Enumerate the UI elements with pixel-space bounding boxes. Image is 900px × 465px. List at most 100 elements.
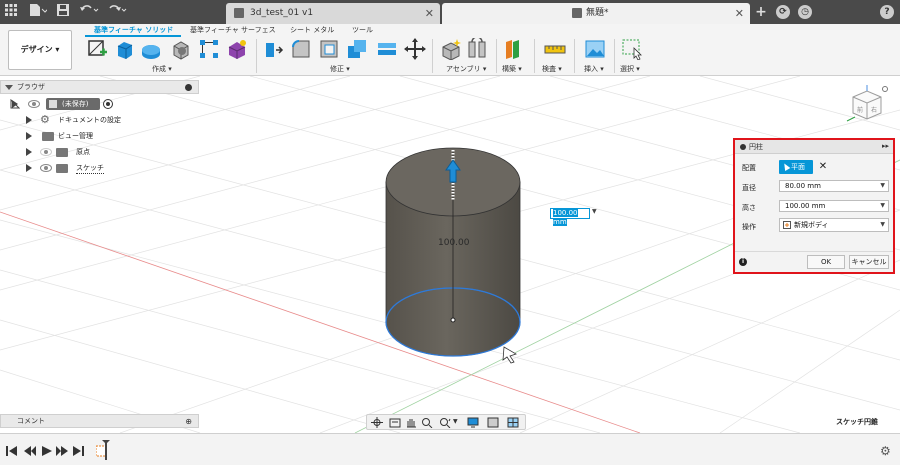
save-icon[interactable] [56,4,70,20]
operation-select[interactable]: 新規ボディ ▼ [779,218,889,232]
revolve-icon[interactable] [140,38,162,60]
browser-item-origin[interactable]: 原点 [0,144,200,160]
visibility-eye-icon[interactable] [40,148,52,156]
inspect-group-label[interactable]: 検査 ▾ [542,64,562,74]
pan-hand-icon[interactable] [405,417,417,428]
joint-icon[interactable] [466,36,488,60]
offset-plane-icon[interactable] [504,38,526,60]
collapse-icon[interactable] [5,85,13,90]
svg-text:右: 右 [871,106,877,114]
zoom-icon[interactable] [421,417,433,428]
dialog-title-bar[interactable]: 円柱 ▸▸ [735,140,893,154]
height-input[interactable]: 100.00 mm ▼ [779,200,889,212]
create-sketch-icon[interactable] [86,38,108,60]
form-icon[interactable] [226,38,248,60]
cancel-button[interactable]: キャンセル [849,255,889,269]
extrude-icon[interactable] [114,38,136,60]
tab-untitled[interactable]: 無題* ✕ [442,3,750,24]
gear-icon: ⚙ [40,113,50,126]
go-to-end-icon[interactable] [72,446,84,456]
comments-panel-header[interactable]: コメント ⊕ [0,414,199,428]
placement-plane-button[interactable]: 平面 [779,160,813,174]
placement-label: 配置 [742,164,756,172]
navigation-toolbar: ▼ [366,414,526,430]
split-body-icon[interactable] [376,38,398,60]
modify-group-label[interactable]: 修正 ▾ [330,64,350,74]
app-grid-icon[interactable] [4,4,18,20]
press-pull-icon[interactable] [262,38,284,60]
box-icon[interactable] [170,38,192,60]
tab-tools[interactable]: ツール [352,25,373,35]
height-dimension-input[interactable]: 100.00 mm [550,208,590,226]
pattern-icon[interactable] [198,38,220,60]
select-group-label[interactable]: 選択 ▾ [620,64,640,74]
ok-button[interactable]: OK [807,255,845,269]
expand-arrows-icon[interactable]: ▸▸ [882,142,889,150]
display-settings-icon[interactable] [467,417,479,428]
browser-item-document-settings[interactable]: ⚙ ドキュメントの設定 [0,112,200,128]
fillet-icon[interactable] [290,38,312,60]
dimension-label: 100.00 [438,238,470,248]
undo-icon[interactable] [78,4,100,20]
timeline-sketch-marker[interactable] [96,440,110,460]
tab-sheet-metal[interactable]: シート メタル [290,25,334,35]
browser-item-sketches[interactable]: スケッチ [0,160,200,176]
insert-image-icon[interactable] [584,38,606,60]
chevron-down-icon[interactable]: ▼ [453,418,461,429]
expand-icon[interactable] [26,116,32,124]
help-button[interactable]: ? [880,5,894,19]
select-icon[interactable] [622,38,644,61]
clock-icon[interactable]: ◷ [798,5,812,19]
diameter-label: 直径 [742,184,756,192]
go-to-start-icon[interactable] [6,446,18,456]
add-tab-button[interactable]: + [754,5,768,19]
clear-selection-icon[interactable]: ✕ [817,160,829,174]
browser-item-named-views[interactable]: ビュー管理 [0,128,200,144]
grid-settings-icon[interactable] [487,417,499,428]
browser-panel-header[interactable]: ブラウザ [0,80,199,94]
step-forward-icon[interactable] [56,446,68,456]
insert-group-label[interactable]: 挿入 ▾ [584,64,604,74]
new-component-icon[interactable] [440,38,462,61]
gear-icon[interactable]: ⚙ [880,445,892,457]
visibility-eye-icon[interactable] [40,164,52,172]
measure-icon[interactable] [544,38,566,60]
job-status-icon[interactable]: ⟳ [776,5,790,19]
move-icon[interactable] [404,38,426,60]
activate-radio-icon[interactable] [103,99,113,109]
expand-icon[interactable] [26,164,32,172]
panel-pin-icon[interactable] [185,84,192,91]
expand-icon[interactable] [26,132,32,140]
step-back-icon[interactable] [24,446,36,456]
info-icon[interactable]: i [739,258,747,266]
expanded-triangle-icon[interactable] [10,99,20,109]
shell-icon[interactable] [318,38,340,60]
active-tab-indicator [85,35,181,37]
visibility-eye-icon[interactable] [28,100,40,108]
orbit-icon[interactable] [371,417,383,428]
file-menu-icon[interactable] [28,4,49,20]
view-cube[interactable]: 前 右 [843,85,889,127]
redo-icon[interactable] [106,4,128,20]
close-icon[interactable]: ✕ [735,3,744,24]
look-at-icon[interactable] [389,417,401,428]
fit-zoom-icon[interactable] [439,417,451,428]
workspace-design-button[interactable]: デザイン ▾ [8,30,72,70]
folder-icon [56,164,68,173]
assemble-group-label[interactable]: アセンブリ ▾ [446,64,486,74]
diameter-input[interactable]: 80.00 mm ▼ [779,180,889,192]
create-group-label[interactable]: 作成 ▾ [152,64,172,74]
expand-icon[interactable] [26,148,32,156]
construct-group-label[interactable]: 構築 ▾ [502,64,522,74]
add-comment-icon[interactable]: ⊕ [185,417,192,426]
combine-icon[interactable] [346,38,368,60]
viewports-icon[interactable] [507,417,519,428]
play-icon[interactable] [42,446,52,456]
tab-surface[interactable]: 基準フィーチャ サーフェス [190,25,276,35]
close-icon[interactable]: ✕ [425,3,434,24]
browser-item-root[interactable]: (未保存) [0,96,200,112]
tab-solid[interactable]: 基準フィーチャ ソリッド [94,25,173,35]
chevron-down-icon[interactable]: ▼ [592,208,597,215]
tab-3d-test[interactable]: 3d_test_01 v1 ✕ [226,3,440,24]
height-label: 高さ [742,204,756,212]
